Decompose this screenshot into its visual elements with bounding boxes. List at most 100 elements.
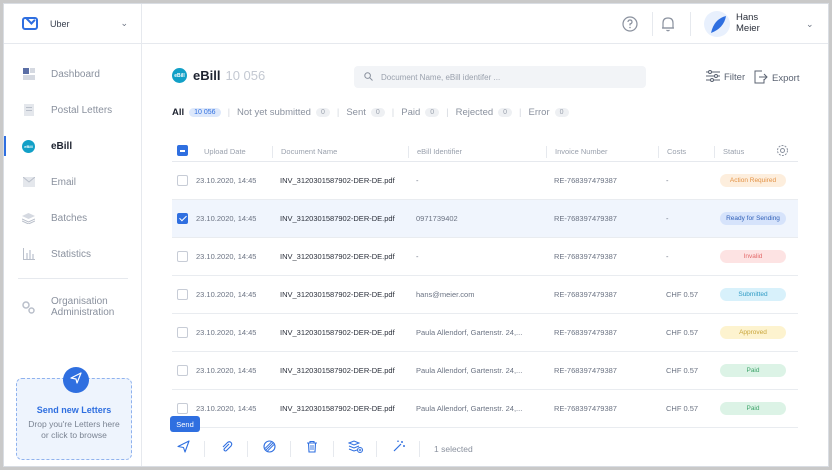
filter-sliders-icon	[706, 70, 720, 85]
user-name[interactable]: Hans Meier	[736, 12, 760, 34]
status-cell: Submitted	[720, 276, 786, 313]
magic-wand-button[interactable]	[387, 438, 409, 460]
invoice-number-cell: RE-768397479387	[554, 366, 617, 375]
magic-wand-icon	[392, 440, 405, 458]
export-button[interactable]: Export	[754, 70, 799, 87]
sidebar-item-label: Statistics	[51, 248, 92, 260]
avatar[interactable]	[704, 11, 730, 37]
upload-dropzone[interactable]: Send new Letters Drop you're Letters her…	[16, 367, 132, 460]
send-letter-button[interactable]	[63, 367, 89, 393]
table-row[interactable]: 23.10.2020, 14:45 INV_3120301587902-DER-D…	[172, 162, 798, 200]
documents-table: Upload Date Document Name eBill Identifi…	[172, 140, 798, 428]
send-action-button[interactable]	[172, 438, 194, 460]
row-checkbox[interactable]	[177, 403, 188, 414]
document-name-cell[interactable]: INV_3120301587902-DER-DE.pdf	[280, 162, 395, 199]
sidebar-item-label: Postal Letters	[51, 104, 113, 116]
invoice-number-cell: RE-768397479387	[554, 328, 617, 337]
add-to-batch-button[interactable]	[344, 438, 366, 460]
column-header-costs[interactable]: Costs	[658, 146, 686, 158]
table-row[interactable]: 23.10.2020, 14:45 INV_3120301587902-DER-D…	[172, 390, 798, 428]
mail-logo-icon	[22, 17, 38, 30]
status-cell: Paid	[720, 390, 786, 427]
table-row[interactable]: 23.10.2020, 14:45 INV_3120301587902-DER-D…	[172, 238, 798, 276]
ebill-identifier-cell: 0971739402	[416, 214, 458, 223]
tab-error[interactable]: Error 0	[529, 107, 569, 118]
row-checkbox[interactable]	[177, 289, 188, 300]
row-checkbox[interactable]	[177, 365, 188, 376]
sidebar-item-label: Organisation Administration	[51, 296, 115, 318]
ebill-identifier-cell: Paula Allendorf, Gartenstr. 24,...	[416, 328, 523, 337]
column-header-upload-date[interactable]: Upload Date	[196, 146, 246, 158]
sidebar-item-email[interactable]: Email	[4, 164, 142, 200]
export-label: Export	[772, 73, 800, 84]
sidebar-item-dashboard[interactable]: Dashboard	[4, 56, 142, 92]
ebill-identifier-cell: -	[416, 252, 419, 261]
send-card-subtitle: Drop you're Letters here or click to brow…	[28, 419, 120, 440]
tab-sent[interactable]: Sent 0	[346, 107, 385, 118]
document-name-cell[interactable]: INV_3120301587902-DER-DE.pdf	[280, 314, 395, 351]
row-checkbox[interactable]	[177, 213, 188, 224]
ebill-identifier-cell: -	[416, 176, 419, 185]
ebill-identifier-cell: hans@meier.com	[416, 290, 475, 299]
sidebar-item-label: Batches	[51, 212, 88, 224]
statistics-icon	[22, 248, 35, 261]
costs-cell: -	[666, 252, 669, 261]
status-cell: Ready for Sending	[720, 200, 786, 237]
table-row[interactable]: 23.10.2020, 14:45 INV_3120301587902-DER-D…	[172, 352, 798, 390]
column-header-document-name[interactable]: Document Name	[272, 146, 337, 158]
filter-button[interactable]: Filter	[706, 70, 745, 85]
org-switcher[interactable]: Uber ⌄	[4, 4, 142, 44]
upload-date-cell: 23.10.2020, 14:45	[196, 214, 257, 223]
send-card-title: Send new Letters	[36, 405, 112, 415]
action-divider	[333, 441, 334, 457]
column-header-status[interactable]: Status	[714, 146, 744, 158]
status-cell: Action Required	[720, 162, 786, 199]
chevron-down-icon[interactable]: ⌄	[806, 19, 814, 30]
count-badge: 0	[315, 108, 330, 117]
tab-rejected[interactable]: Rejected 0	[456, 107, 513, 118]
row-checkbox[interactable]	[177, 175, 188, 186]
document-name-cell[interactable]: INV_3120301587902-DER-DE.pdf	[280, 390, 395, 427]
document-name-cell[interactable]: INV_3120301587902-DER-DE.pdf	[280, 200, 395, 237]
sidebar-item-ebill[interactable]: eBill eBill	[4, 128, 142, 164]
sidebar-item-organisation-administration[interactable]: Organisation Administration	[4, 285, 142, 329]
tab-all[interactable]: All 10 056	[172, 107, 221, 118]
status-cell: Approved	[720, 314, 786, 351]
sidebar-item-statistics[interactable]: Statistics	[4, 236, 142, 272]
tab-not-yet-submitted[interactable]: Not yet submitted 0	[237, 107, 330, 118]
search-input[interactable]	[381, 72, 621, 82]
row-checkbox[interactable]	[177, 251, 188, 262]
sidebar-item-label: Dashboard	[51, 68, 100, 80]
tab-divider: |	[391, 107, 395, 118]
bulk-action-bar: 1 selected	[172, 434, 798, 464]
search-box[interactable]	[354, 66, 646, 88]
document-name-cell[interactable]: INV_3120301587902-DER-DE.pdf	[280, 352, 395, 389]
column-header-invoice-number[interactable]: Invoice Number	[546, 146, 608, 158]
column-header-ebill-identifier[interactable]: eBill Identifier	[408, 146, 462, 158]
invoice-number-cell: RE-768397479387	[554, 404, 617, 413]
tab-paid[interactable]: Paid 0	[401, 107, 440, 118]
chevron-down-icon: ⌄	[120, 18, 128, 28]
action-divider	[204, 441, 205, 457]
cancel-action-button[interactable]	[258, 438, 280, 460]
sidebar-item-batches[interactable]: Batches	[4, 200, 142, 236]
sidebar-item-postal-letters[interactable]: Postal Letters	[4, 92, 142, 128]
dashboard-icon	[22, 68, 35, 81]
ebill-identifier-cell: Paula Allendorf, Gartenstr. 24,...	[416, 404, 523, 413]
table-row[interactable]: 23.10.2020, 14:45 INV_3120301587902-DER-D…	[172, 200, 798, 238]
help-icon[interactable]	[620, 14, 640, 34]
table-settings-gear-icon[interactable]	[776, 144, 789, 159]
table-row[interactable]: 23.10.2020, 14:45 INV_3120301587902-DER-D…	[172, 314, 798, 352]
select-all-checkbox[interactable]	[177, 145, 188, 156]
document-name-cell[interactable]: INV_3120301587902-DER-DE.pdf	[280, 238, 395, 275]
delete-button[interactable]	[301, 438, 323, 460]
status-badge: Paid	[720, 364, 786, 377]
table-row[interactable]: 23.10.2020, 14:45 INV_3120301587902-DER-D…	[172, 276, 798, 314]
document-name-cell[interactable]: INV_3120301587902-DER-DE.pdf	[280, 276, 395, 313]
bell-icon[interactable]	[658, 14, 678, 34]
row-checkbox[interactable]	[177, 327, 188, 338]
attach-button[interactable]	[215, 438, 237, 460]
upload-date-cell: 23.10.2020, 14:45	[196, 366, 257, 375]
tab-divider: |	[227, 107, 231, 118]
upload-date-cell: 23.10.2020, 14:45	[196, 252, 257, 261]
